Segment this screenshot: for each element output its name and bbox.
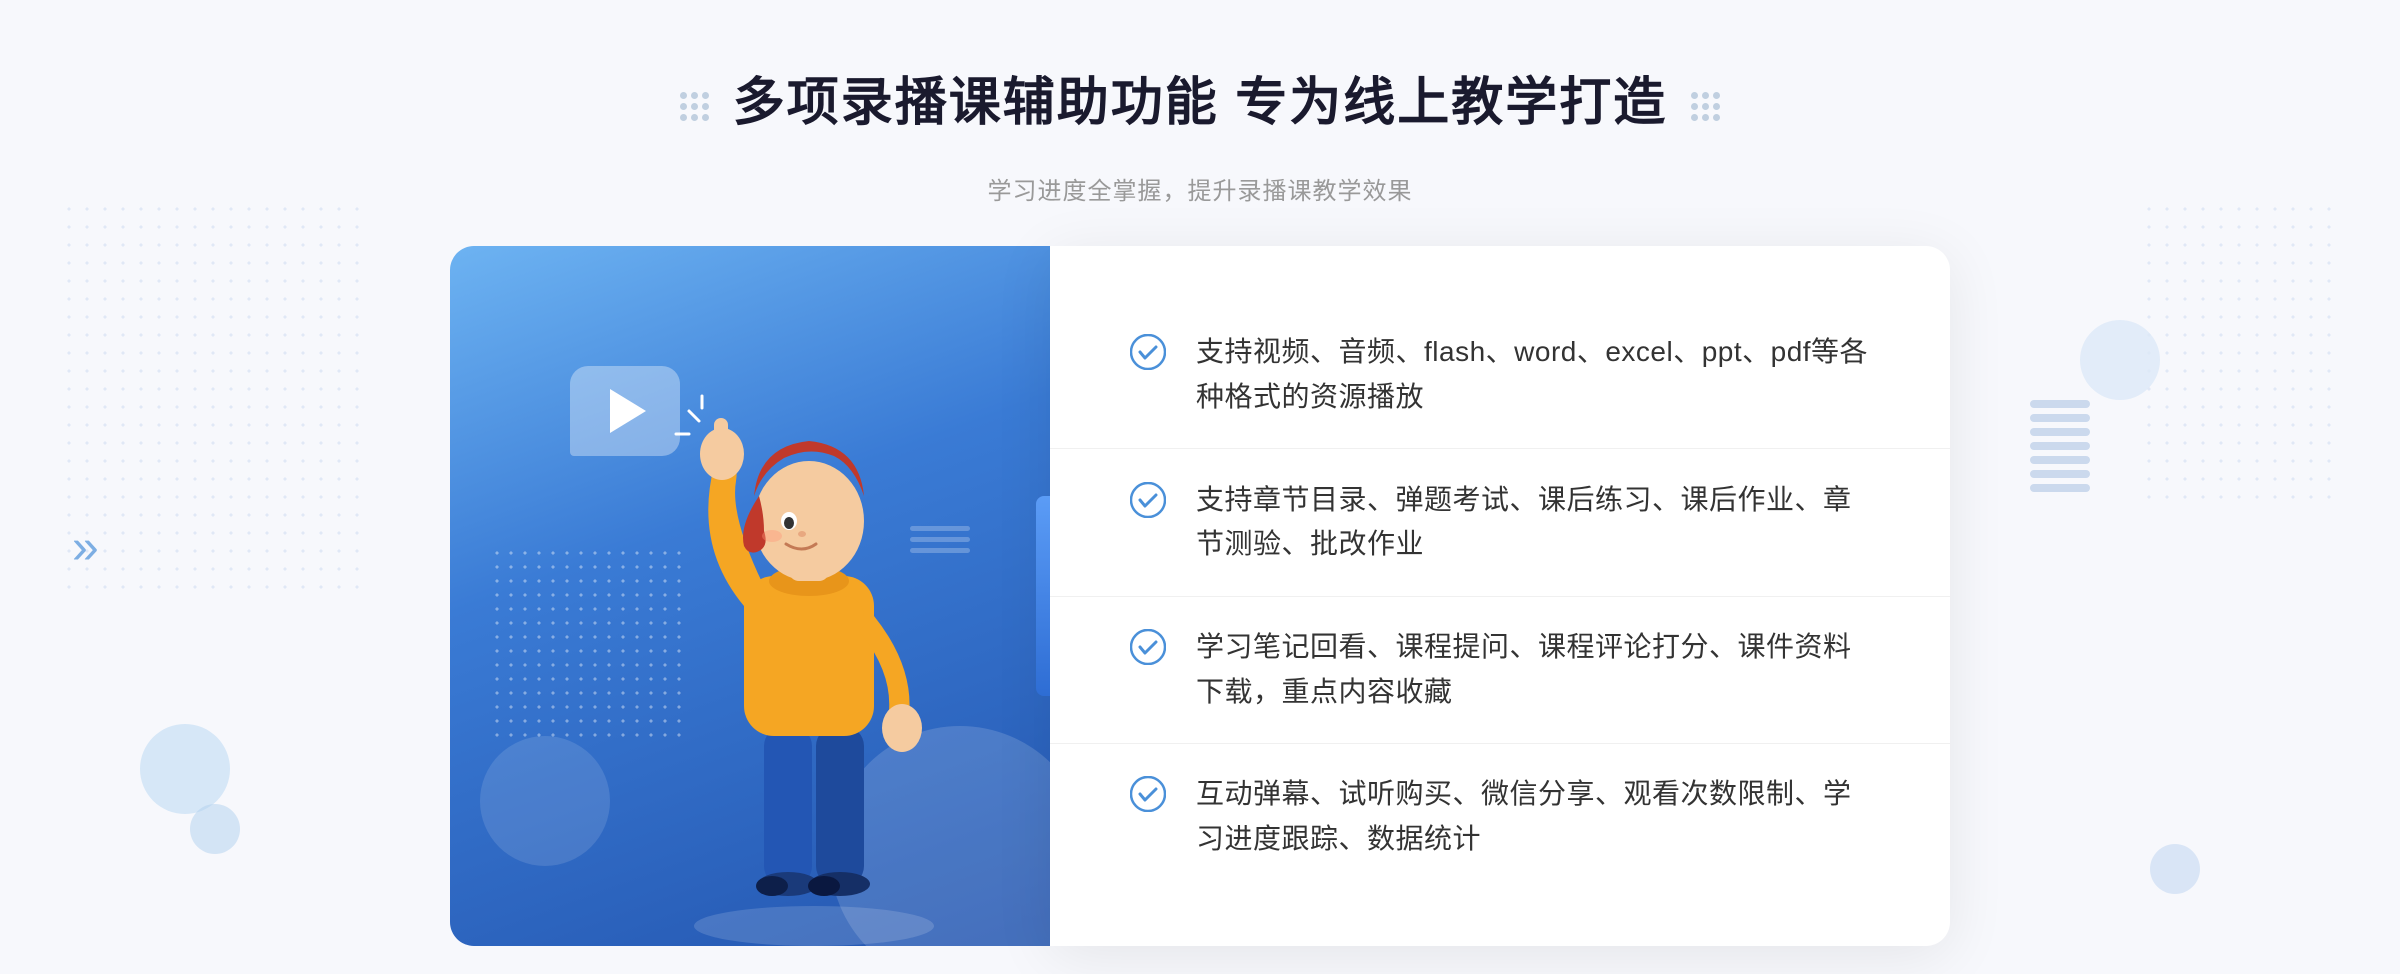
- features-card: 支持视频、音频、flash、word、excel、ppt、pdf等各种格式的资源…: [1050, 246, 1950, 946]
- feature-item: 互动弹幕、试听购买、微信分享、观看次数限制、学习进度跟踪、数据统计: [1130, 752, 1870, 882]
- subtitle: 学习进度全掌握，提升录播课教学效果: [0, 171, 2400, 206]
- deco-left-circle1: [140, 724, 230, 814]
- illus-circle-small: [480, 736, 610, 866]
- play-icon: [610, 389, 646, 433]
- content-area: 支持视频、音频、flash、word、excel、ppt、pdf等各种格式的资源…: [400, 246, 2000, 946]
- dots-left: [60, 200, 360, 600]
- illustration-card: [450, 246, 1050, 946]
- feature-text-2: 支持章节目录、弹题考试、课后练习、课后作业、章节测验、批改作业: [1196, 478, 1870, 568]
- feature-item: 支持视频、音频、flash、word、excel、ppt、pdf等各种格式的资源…: [1130, 310, 1870, 440]
- page-wrapper: » 多项录播课辅助功能 专为线上教学打造: [0, 0, 2400, 974]
- deco-stripe: [2030, 484, 2090, 492]
- feature-text-3: 学习笔记回看、课程提问、课程评论打分、课件资料下载，重点内容收藏: [1196, 625, 1870, 715]
- title-dots-left: [680, 92, 709, 121]
- title-dots-right: [1691, 92, 1720, 121]
- deco-stripe: [2030, 456, 2090, 464]
- deco-stripe: [2030, 470, 2090, 478]
- chevron-left-icon: »: [72, 520, 99, 575]
- feature-divider: [1050, 448, 1950, 449]
- header-section: 多项录播课辅助功能 专为线上教学打造 学习进度全掌握，提升录播课教学效果: [0, 60, 2400, 206]
- blue-tab: [1036, 496, 1050, 696]
- main-title: 多项录播课辅助功能 专为线上教学打造: [733, 60, 1667, 135]
- feature-divider: [1050, 596, 1950, 597]
- deco-circle-right-2: [2150, 844, 2200, 894]
- deco-circle-right-1: [2080, 320, 2160, 400]
- deco-left-circle2: [190, 804, 240, 854]
- person-illustration: [654, 366, 974, 946]
- check-circle-icon: [1130, 629, 1166, 665]
- deco-stripe: [2030, 428, 2090, 436]
- check-circle-icon: [1130, 776, 1166, 812]
- deco-stripe: [2030, 400, 2090, 408]
- feature-item: 支持章节目录、弹题考试、课后练习、课后作业、章节测验、批改作业: [1130, 458, 1870, 588]
- feature-divider: [1050, 743, 1950, 744]
- deco-stripe: [2030, 442, 2090, 450]
- feature-text-1: 支持视频、音频、flash、word、excel、ppt、pdf等各种格式的资源…: [1196, 330, 1870, 420]
- deco-stripes: [2030, 400, 2090, 500]
- dots-right: [2140, 200, 2340, 500]
- deco-stripe: [2030, 414, 2090, 422]
- check-circle-icon: [1130, 482, 1166, 518]
- feature-text-4: 互动弹幕、试听购买、微信分享、观看次数限制、学习进度跟踪、数据统计: [1196, 772, 1870, 862]
- feature-item: 学习笔记回看、课程提问、课程评论打分、课件资料下载，重点内容收藏: [1130, 605, 1870, 735]
- check-circle-icon: [1130, 334, 1166, 370]
